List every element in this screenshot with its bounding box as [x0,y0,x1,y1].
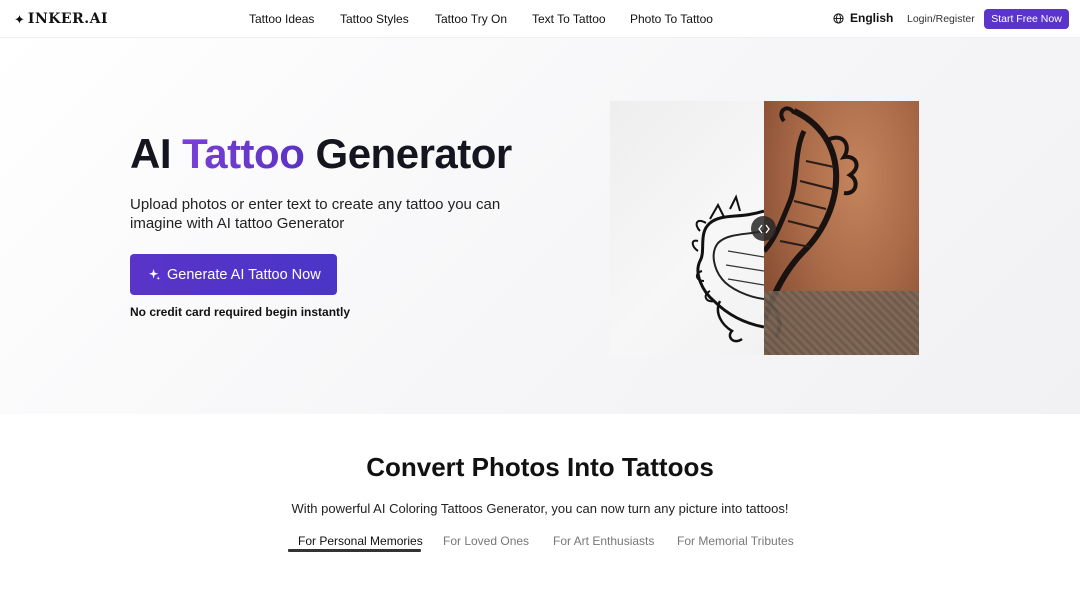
compare-slider-handle[interactable] [751,216,776,241]
hero-section: AI Tattoo Generator Upload photos or ent… [0,38,1080,414]
no-credit-card-note: No credit card required begin instantly [130,305,351,319]
koi-sketch-drawing [691,194,765,343]
code-arrows-icon [757,224,770,233]
sweater-sleeve [764,291,919,355]
hero-title: AI Tattoo Generator [130,130,512,178]
nav-photo-to-tattoo[interactable]: Photo To Tattoo [630,12,713,26]
nav-tattoo-try-on[interactable]: Tattoo Try On [435,12,507,26]
nav-tattoo-styles[interactable]: Tattoo Styles [340,12,409,26]
top-nav-bar: ✦ INKER.AI Tattoo Ideas Tattoo Styles Ta… [0,0,1080,38]
nav-tattoo-ideas[interactable]: Tattoo Ideas [249,12,314,26]
nav-text-to-tattoo[interactable]: Text To Tattoo [532,12,606,26]
language-label: English [850,11,894,25]
globe-icon [833,12,844,24]
convert-section-subtitle: With powerful AI Coloring Tattoos Genera… [291,501,789,516]
tab-memorial-tributes[interactable]: For Memorial Tributes [677,534,794,548]
sparkle-icon [148,268,161,281]
hero-title-post: Generator [315,130,513,177]
language-selector[interactable]: English [833,11,893,25]
logo[interactable]: ✦ INKER.AI [14,11,108,27]
convert-section-title: Convert Photos Into Tattoos [366,452,714,482]
sparkle-icon: ✦ [14,11,25,27]
hero-subtitle: Upload photos or enter text to create an… [130,196,501,232]
tab-loved-ones[interactable]: For Loved Ones [443,534,529,548]
tattoo-sketch-panel [610,101,765,355]
generate-tattoo-button[interactable]: Generate AI Tattoo Now [130,254,337,295]
active-tab-underline [288,549,421,552]
tab-personal-memories[interactable]: For Personal Memories [298,534,423,548]
login-register-link[interactable]: Login/Register [907,13,975,25]
hero-title-pre: AI [130,130,172,177]
tab-art-enthusiasts[interactable]: For Art Enthusiasts [553,534,654,548]
logo-text: INKER.AI [27,11,109,27]
hero-title-accent: Tattoo [182,130,305,177]
start-free-button[interactable]: Start Free Now [984,9,1069,29]
generate-tattoo-label: Generate AI Tattoo Now [167,266,321,283]
